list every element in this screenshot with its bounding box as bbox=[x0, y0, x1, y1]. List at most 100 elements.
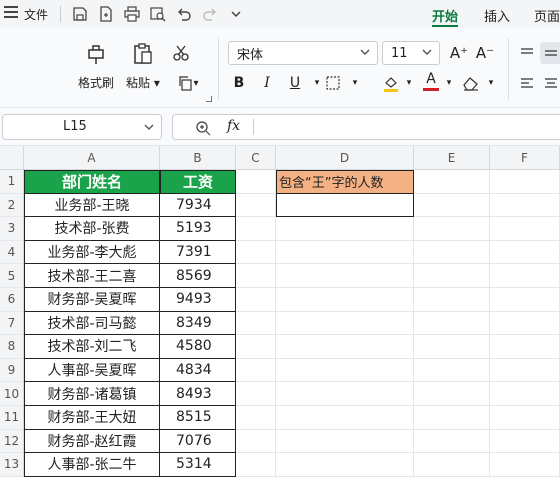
select-all-corner[interactable] bbox=[0, 146, 24, 170]
clear-dropdown-icon[interactable]: ▾ bbox=[480, 72, 502, 94]
row-header-11[interactable]: 11 bbox=[0, 406, 24, 430]
cell[interactable] bbox=[236, 264, 276, 288]
cell[interactable] bbox=[276, 288, 414, 312]
cell[interactable] bbox=[276, 429, 414, 454]
paste-button[interactable]: 粘贴 ▾ bbox=[126, 42, 160, 91]
cell[interactable] bbox=[490, 311, 560, 336]
align-middle-icon[interactable] bbox=[540, 42, 560, 64]
cell[interactable] bbox=[490, 170, 560, 194]
cell[interactable] bbox=[236, 453, 276, 477]
cell-salary[interactable]: 8349 bbox=[160, 311, 236, 336]
cell-salary[interactable]: 5314 bbox=[160, 453, 236, 477]
cell[interactable] bbox=[236, 311, 276, 336]
cell[interactable] bbox=[236, 335, 276, 359]
cell-wang-count-label[interactable]: 包含“王”字的人数 bbox=[276, 170, 414, 194]
column-header-c[interactable]: C bbox=[236, 146, 276, 170]
cell-name[interactable]: 技术部-刘二飞 bbox=[24, 335, 160, 359]
fill-color-dropdown-icon[interactable]: ▾ bbox=[398, 72, 420, 94]
cut-icon[interactable] bbox=[170, 42, 192, 64]
cell[interactable] bbox=[236, 217, 276, 241]
tab-home[interactable]: 开始 bbox=[432, 6, 458, 25]
cell[interactable] bbox=[276, 264, 414, 288]
row-header-9[interactable]: 9 bbox=[0, 358, 24, 383]
cell[interactable] bbox=[414, 406, 490, 430]
column-header-f[interactable]: F bbox=[490, 146, 560, 170]
cell-name[interactable]: 人事部-张二牛 bbox=[24, 453, 160, 477]
cell[interactable] bbox=[236, 193, 276, 218]
row-header-7[interactable]: 7 bbox=[0, 311, 24, 336]
cell[interactable] bbox=[414, 193, 490, 218]
cell-salary[interactable]: 5193 bbox=[160, 217, 236, 241]
cell-name[interactable]: 财务部-吴夏晖 bbox=[24, 288, 160, 312]
cell[interactable] bbox=[490, 335, 560, 359]
cell[interactable] bbox=[236, 288, 276, 312]
export-pdf-icon[interactable] bbox=[96, 4, 116, 24]
cell[interactable] bbox=[414, 264, 490, 288]
cell[interactable] bbox=[276, 240, 414, 265]
cell-name[interactable]: 财务部-王大妞 bbox=[24, 406, 160, 430]
cell[interactable] bbox=[276, 382, 414, 406]
function-icon[interactable]: fx bbox=[227, 118, 240, 134]
cell[interactable] bbox=[414, 217, 490, 241]
underline-button[interactable]: U bbox=[284, 72, 306, 94]
save-icon[interactable] bbox=[70, 4, 90, 24]
cell-name[interactable]: 技术部-司马懿 bbox=[24, 311, 160, 336]
cell[interactable] bbox=[236, 170, 276, 194]
cell-name[interactable]: 业务部-王晓 bbox=[24, 193, 160, 218]
cell[interactable] bbox=[276, 358, 414, 383]
row-header-6[interactable]: 6 bbox=[0, 288, 24, 312]
cell-wang-count-result[interactable] bbox=[276, 193, 414, 218]
print-preview-icon[interactable] bbox=[148, 4, 168, 24]
row-header-2[interactable]: 2 bbox=[0, 193, 24, 218]
font-grow-button[interactable]: A⁺ bbox=[448, 42, 470, 64]
header-cell-name[interactable]: 部门姓名 bbox=[24, 170, 160, 194]
cell-salary[interactable]: 8493 bbox=[160, 382, 236, 406]
copy-icon[interactable]: ▾ bbox=[172, 72, 204, 94]
row-header-1[interactable]: 1 bbox=[0, 170, 24, 194]
cell[interactable] bbox=[490, 217, 560, 241]
cell[interactable] bbox=[276, 217, 414, 241]
cell[interactable] bbox=[414, 311, 490, 336]
row-header-4[interactable]: 4 bbox=[0, 240, 24, 265]
cell-name[interactable]: 技术部-王二喜 bbox=[24, 264, 160, 288]
cell[interactable] bbox=[490, 264, 560, 288]
font-shrink-button[interactable]: A⁻ bbox=[474, 42, 496, 64]
header-cell-salary[interactable]: 工资 bbox=[160, 170, 236, 194]
cell[interactable] bbox=[276, 453, 414, 477]
cell[interactable] bbox=[236, 358, 276, 383]
cell[interactable] bbox=[414, 429, 490, 454]
cell-name[interactable]: 财务部-赵红霞 bbox=[24, 429, 160, 454]
cell-salary[interactable]: 7934 bbox=[160, 193, 236, 218]
tab-insert[interactable]: 插入 bbox=[484, 6, 510, 25]
border-icon[interactable] bbox=[322, 72, 344, 94]
cell[interactable] bbox=[414, 453, 490, 477]
cell[interactable] bbox=[414, 170, 490, 194]
cell-salary[interactable]: 9493 bbox=[160, 288, 236, 312]
row-header-10[interactable]: 10 bbox=[0, 382, 24, 406]
column-header-a[interactable]: A bbox=[24, 146, 160, 170]
cell[interactable] bbox=[276, 335, 414, 359]
cell[interactable] bbox=[414, 358, 490, 383]
file-menu[interactable]: 文件 bbox=[24, 6, 48, 23]
cell[interactable] bbox=[490, 429, 560, 454]
align-top-icon[interactable] bbox=[516, 42, 538, 64]
row-header-12[interactable]: 12 bbox=[0, 429, 24, 454]
main-menu-icon[interactable] bbox=[4, 6, 18, 20]
cell-salary[interactable]: 7076 bbox=[160, 429, 236, 454]
cell[interactable] bbox=[276, 311, 414, 336]
align-left-icon[interactable] bbox=[516, 72, 538, 94]
cell[interactable] bbox=[490, 382, 560, 406]
bold-button[interactable]: B bbox=[228, 72, 250, 94]
italic-button[interactable]: I bbox=[256, 72, 278, 94]
font-size-select[interactable]: 11 bbox=[382, 41, 440, 65]
column-header-d[interactable]: D bbox=[276, 146, 414, 170]
dialog-launcher-icon[interactable] bbox=[206, 96, 212, 102]
chevron-down-icon[interactable] bbox=[226, 4, 246, 24]
cell[interactable] bbox=[236, 406, 276, 430]
cell-salary[interactable]: 7391 bbox=[160, 240, 236, 265]
print-icon[interactable] bbox=[122, 4, 142, 24]
cell-salary[interactable]: 4580 bbox=[160, 335, 236, 359]
border-dropdown-icon[interactable]: ▾ bbox=[344, 72, 366, 94]
zoom-icon[interactable] bbox=[195, 120, 211, 136]
cell-salary[interactable]: 4834 bbox=[160, 358, 236, 383]
